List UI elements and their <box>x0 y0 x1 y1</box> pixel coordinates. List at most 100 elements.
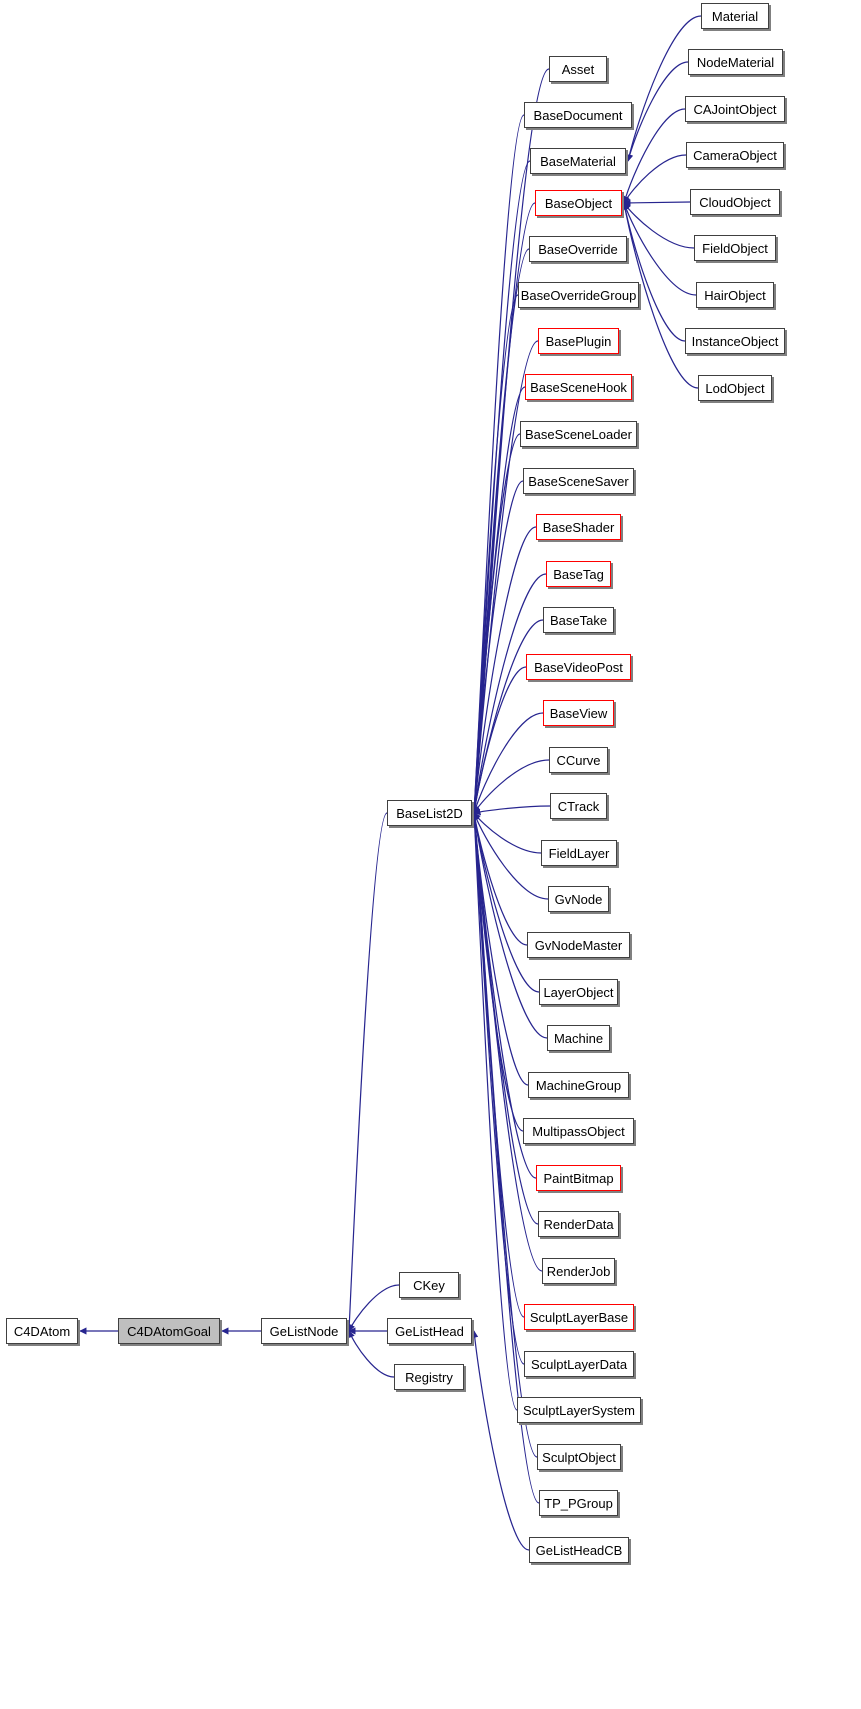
class-node-label: TP_PGroup <box>544 1495 613 1511</box>
class-node-label: FieldObject <box>702 240 768 256</box>
class-node-label: HairObject <box>704 287 766 303</box>
class-node-BaseTag[interactable]: BaseTag <box>546 561 611 587</box>
class-node-label: Asset <box>561 61 595 77</box>
class-node-label: RenderJob <box>546 1263 611 1279</box>
class-node-BaseSceneSaver[interactable]: BaseSceneSaver <box>523 468 634 494</box>
inheritance-edge-BasePlugin-to-BaseList2D <box>470 340 539 814</box>
class-node-Material[interactable]: Material <box>701 3 769 29</box>
class-node-BaseView[interactable]: BaseView <box>543 700 614 726</box>
class-node-label: BaseOverrideGroup <box>520 287 637 303</box>
class-node-label: Material <box>711 8 759 24</box>
class-node-GeListHead[interactable]: GeListHead <box>387 1318 472 1344</box>
class-node-MachineGroup[interactable]: MachineGroup <box>528 1072 629 1098</box>
class-node-BaseDocument[interactable]: BaseDocument <box>524 102 632 128</box>
inheritance-graph: C4DAtom C4DAtomGoal GeListNode CKey GeListHe… <box>0 0 861 1709</box>
class-node-FieldObject[interactable]: FieldObject <box>694 235 776 261</box>
class-node-label: BaseMaterial <box>540 153 616 169</box>
class-node-GvNode[interactable]: GvNode <box>548 886 609 912</box>
inheritance-edge-CameraObject-to-BaseObject <box>623 154 687 204</box>
inheritance-edge-GeListHeadCB-to-GeListHead <box>471 1330 530 1551</box>
class-node-SculptLayerSystem[interactable]: SculptLayerSystem <box>517 1397 641 1423</box>
class-node-BaseVideoPost[interactable]: BaseVideoPost <box>526 654 631 680</box>
class-node-label: MachineGroup <box>535 1077 622 1093</box>
class-node-GvNodeMaster[interactable]: GvNodeMaster <box>527 932 630 958</box>
class-node-Machine[interactable]: Machine <box>547 1025 610 1051</box>
class-node-label: BaseView <box>549 705 608 721</box>
class-node-label: CTrack <box>557 798 600 814</box>
inheritance-edge-InstanceObject-to-BaseObject <box>621 202 686 342</box>
class-node-MultipassObject[interactable]: MultipassObject <box>523 1118 634 1144</box>
class-node-BaseShader[interactable]: BaseShader <box>536 514 621 540</box>
class-node-C4DAtom[interactable]: C4DAtom <box>6 1318 78 1344</box>
class-node-Asset[interactable]: Asset <box>549 56 607 82</box>
class-node-label: BaseSceneLoader <box>525 426 632 442</box>
class-node-BaseOverride[interactable]: BaseOverride <box>529 236 627 262</box>
class-node-TP_PGroup[interactable]: TP_PGroup <box>539 1490 618 1516</box>
class-node-label: CKey <box>413 1277 445 1293</box>
inheritance-edge-GvNode-to-BaseList2D <box>473 812 549 900</box>
class-node-GeListNode[interactable]: GeListNode <box>261 1318 347 1344</box>
class-node-RenderJob[interactable]: RenderJob <box>542 1258 615 1284</box>
inheritance-edge-LayerObject-to-BaseList2D <box>471 812 540 993</box>
inheritance-edge-BaseTag-to-BaseList2D <box>471 573 547 814</box>
class-node-label: InstanceObject <box>691 333 779 349</box>
class-node-label: FieldLayer <box>548 845 610 861</box>
class-node-NodeMaterial[interactable]: NodeMaterial <box>688 49 783 75</box>
class-node-CKey[interactable]: CKey <box>399 1272 459 1298</box>
class-node-CloudObject[interactable]: CloudObject <box>690 189 780 215</box>
class-node-CTrack[interactable]: CTrack <box>550 793 607 819</box>
class-node-LodObject[interactable]: LodObject <box>698 375 772 401</box>
class-node-label: CloudObject <box>699 194 771 210</box>
class-node-label: BaseTake <box>549 612 608 628</box>
class-node-BaseMaterial[interactable]: BaseMaterial <box>530 148 626 174</box>
class-node-InstanceObject[interactable]: InstanceObject <box>685 328 785 354</box>
class-node-GeListHeadCB[interactable]: GeListHeadCB <box>529 1537 629 1563</box>
class-node-CCurve[interactable]: CCurve <box>549 747 608 773</box>
class-node-BasePlugin[interactable]: BasePlugin <box>538 328 619 354</box>
class-node-PaintBitmap[interactable]: PaintBitmap <box>536 1165 621 1191</box>
class-node-label: BaseOverride <box>538 241 618 257</box>
class-node-BaseTake[interactable]: BaseTake <box>543 607 614 633</box>
class-node-SculptObject[interactable]: SculptObject <box>537 1444 621 1470</box>
class-node-RenderData[interactable]: RenderData <box>538 1211 619 1237</box>
inheritance-edge-RenderJob-to-BaseList2D <box>471 812 543 1272</box>
class-node-label: CCurve <box>556 752 601 768</box>
class-node-HairObject[interactable]: HairObject <box>696 282 774 308</box>
class-node-BaseObject[interactable]: BaseObject <box>535 190 622 216</box>
class-node-label: GvNode <box>554 891 603 907</box>
inheritance-edge-CCurve-to-BaseList2D <box>473 759 550 814</box>
class-node-BaseSceneLoader[interactable]: BaseSceneLoader <box>520 421 637 447</box>
class-node-BaseOverrideGroup[interactable]: BaseOverrideGroup <box>518 282 639 308</box>
inheritance-edge-BaseList2D-to-GeListNode <box>345 812 388 1332</box>
class-node-C4DAtomGoal[interactable]: C4DAtomGoal <box>118 1318 220 1344</box>
inheritance-edge-RenderData-to-BaseList2D <box>470 812 539 1225</box>
class-node-label: BaseSceneHook <box>530 379 627 395</box>
inheritance-edge-Machine-to-BaseList2D <box>471 812 548 1039</box>
class-node-label: LodObject <box>705 380 765 396</box>
class-node-label: BaseShader <box>542 519 615 535</box>
class-node-BaseList2D[interactable]: BaseList2D <box>387 800 472 826</box>
class-node-label: BaseDocument <box>533 107 623 123</box>
class-node-label: NodeMaterial <box>696 54 775 70</box>
inheritance-edge-SculptLayerBase-to-BaseList2D <box>470 812 525 1318</box>
class-node-LayerObject[interactable]: LayerObject <box>539 979 618 1005</box>
class-node-Registry[interactable]: Registry <box>394 1364 464 1390</box>
class-node-label: Machine <box>553 1030 604 1046</box>
class-node-label: RenderData <box>543 1216 614 1232</box>
class-node-BaseSceneHook[interactable]: BaseSceneHook <box>525 374 632 400</box>
class-node-label: GvNodeMaster <box>534 937 623 953</box>
class-node-label: SculptLayerSystem <box>523 1402 635 1418</box>
class-node-CAJointObject[interactable]: CAJointObject <box>685 96 785 122</box>
class-node-CameraObject[interactable]: CameraObject <box>686 142 784 168</box>
class-node-label: BaseVideoPost <box>534 659 623 675</box>
inheritance-edge-BaseVideoPost-to-BaseList2D <box>471 666 527 814</box>
class-node-label: BasePlugin <box>545 333 612 349</box>
class-node-SculptLayerBase[interactable]: SculptLayerBase <box>524 1304 634 1330</box>
inheritance-edge-SculptLayerSystem-to-BaseList2D <box>470 812 518 1411</box>
inheritance-edge-MachineGroup-to-BaseList2D <box>470 812 529 1086</box>
inheritance-edge-FieldLayer-to-BaseList2D <box>473 812 542 854</box>
class-node-FieldLayer[interactable]: FieldLayer <box>541 840 617 866</box>
class-node-label: SculptLayerBase <box>529 1309 629 1325</box>
class-node-label: GeListNode <box>269 1323 339 1339</box>
class-node-SculptLayerData[interactable]: SculptLayerData <box>524 1351 634 1377</box>
